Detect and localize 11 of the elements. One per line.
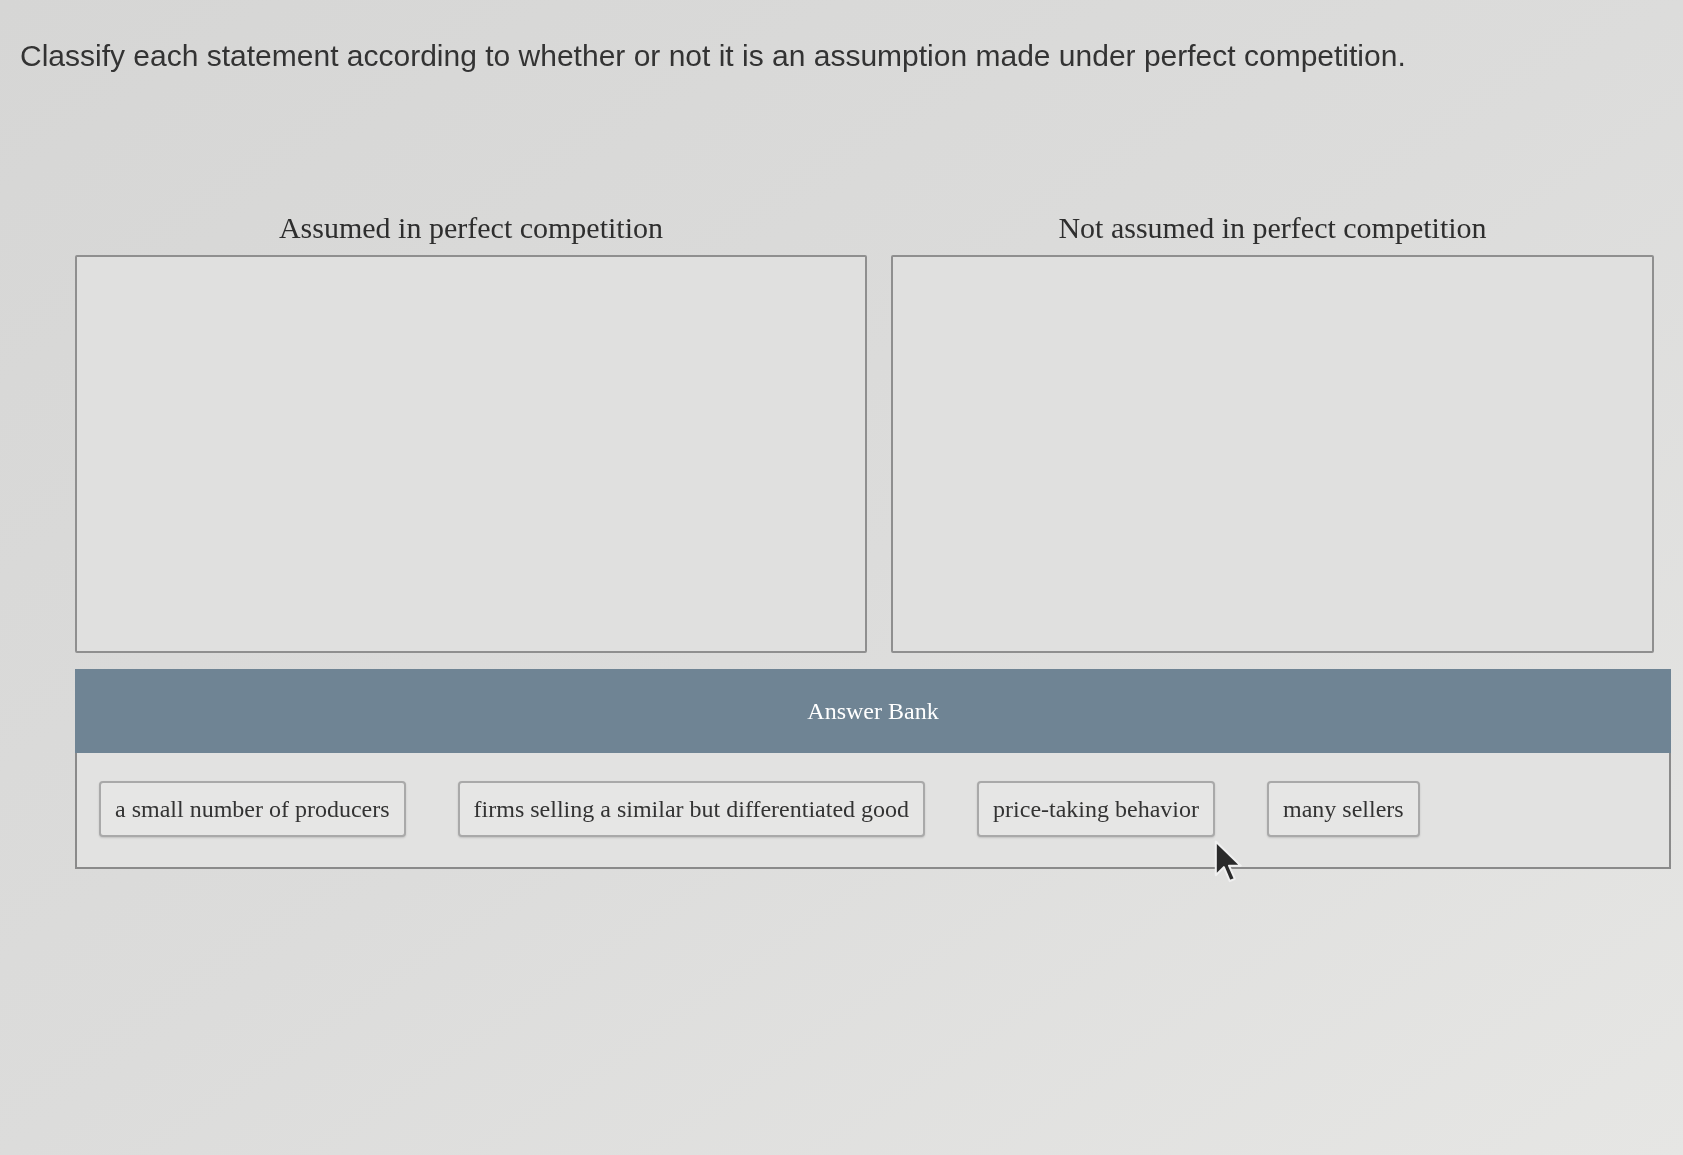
answer-chip[interactable]: price-taking behavior: [977, 781, 1215, 837]
answer-chip[interactable]: firms selling a similar but differentiated good: [457, 781, 926, 837]
drop-zone[interactable]: [891, 255, 1654, 653]
answer-chip[interactable]: many sellers: [1267, 781, 1420, 837]
mouse-pointer-icon: [1214, 840, 1244, 884]
category-heading: Not assumed in perfect competition: [1058, 210, 1487, 246]
drop-zone[interactable]: [75, 255, 867, 653]
answer-bank-title: Answer Bank: [807, 697, 939, 726]
answer-chip[interactable]: a small number of producers: [99, 781, 406, 837]
category-heading: Assumed in perfect competition: [278, 210, 664, 246]
question-text: Classify each statement according to whether or not it is an assumption made under perfect competition.: [20, 38, 1406, 74]
